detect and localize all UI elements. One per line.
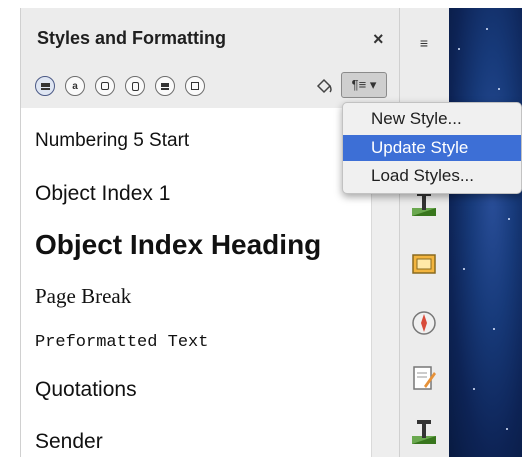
styles-list: Numbering 5 Start Object Index 1 Object … bbox=[21, 108, 371, 457]
frame-styles-icon bbox=[101, 82, 109, 90]
list-item[interactable]: Object Index Heading bbox=[35, 229, 321, 261]
sidebar-deck: ≡ bbox=[399, 8, 449, 457]
menu-item-new-style[interactable]: New Style... bbox=[343, 106, 521, 132]
sidebar-menu-icon[interactable]: ≡ bbox=[409, 28, 439, 58]
styles-deck-icon-secondary[interactable] bbox=[409, 416, 439, 446]
fill-format-mode-icon[interactable] bbox=[314, 76, 334, 101]
page-styles-button[interactable] bbox=[125, 76, 145, 96]
list-styles-icon bbox=[161, 82, 169, 90]
desktop-background bbox=[448, 8, 522, 457]
navigator-compass-icon[interactable] bbox=[409, 308, 439, 338]
style-actions-dropdown: New Style... Update Style Load Styles... bbox=[342, 102, 522, 194]
list-item[interactable]: Page Break bbox=[35, 284, 131, 309]
menu-item-load-styles[interactable]: Load Styles... bbox=[343, 163, 521, 189]
page-styles-icon bbox=[131, 81, 139, 91]
list-item[interactable]: Numbering 5 Start bbox=[35, 130, 189, 152]
gallery-deck-icon[interactable] bbox=[409, 248, 439, 278]
character-styles-button[interactable]: a bbox=[65, 76, 85, 96]
table-styles-button[interactable] bbox=[185, 76, 205, 96]
frame-styles-button[interactable] bbox=[95, 76, 115, 96]
panel-title: Styles and Formatting bbox=[37, 28, 227, 48]
list-item[interactable]: Quotations bbox=[35, 378, 137, 402]
character-styles-icon: a bbox=[72, 80, 78, 92]
paragraph-styles-icon bbox=[40, 82, 50, 90]
close-icon[interactable]: × bbox=[373, 29, 384, 50]
list-item[interactable]: Sender bbox=[35, 430, 103, 454]
menu-item-update-style[interactable]: Update Style bbox=[343, 135, 521, 161]
page-edit-icon[interactable] bbox=[409, 363, 439, 393]
paragraph-styles-button[interactable] bbox=[35, 76, 55, 96]
list-styles-button[interactable] bbox=[155, 76, 175, 96]
list-item[interactable]: Object Index 1 bbox=[35, 182, 170, 206]
styles-formatting-panel: Styles and Formatting × a ¶≡ ▾ Numbering… bbox=[20, 8, 400, 457]
list-item[interactable]: Preformatted Text bbox=[35, 333, 208, 352]
styles-actions-menu-button[interactable]: ¶≡ ▾ bbox=[341, 72, 387, 98]
table-styles-icon bbox=[191, 82, 199, 90]
